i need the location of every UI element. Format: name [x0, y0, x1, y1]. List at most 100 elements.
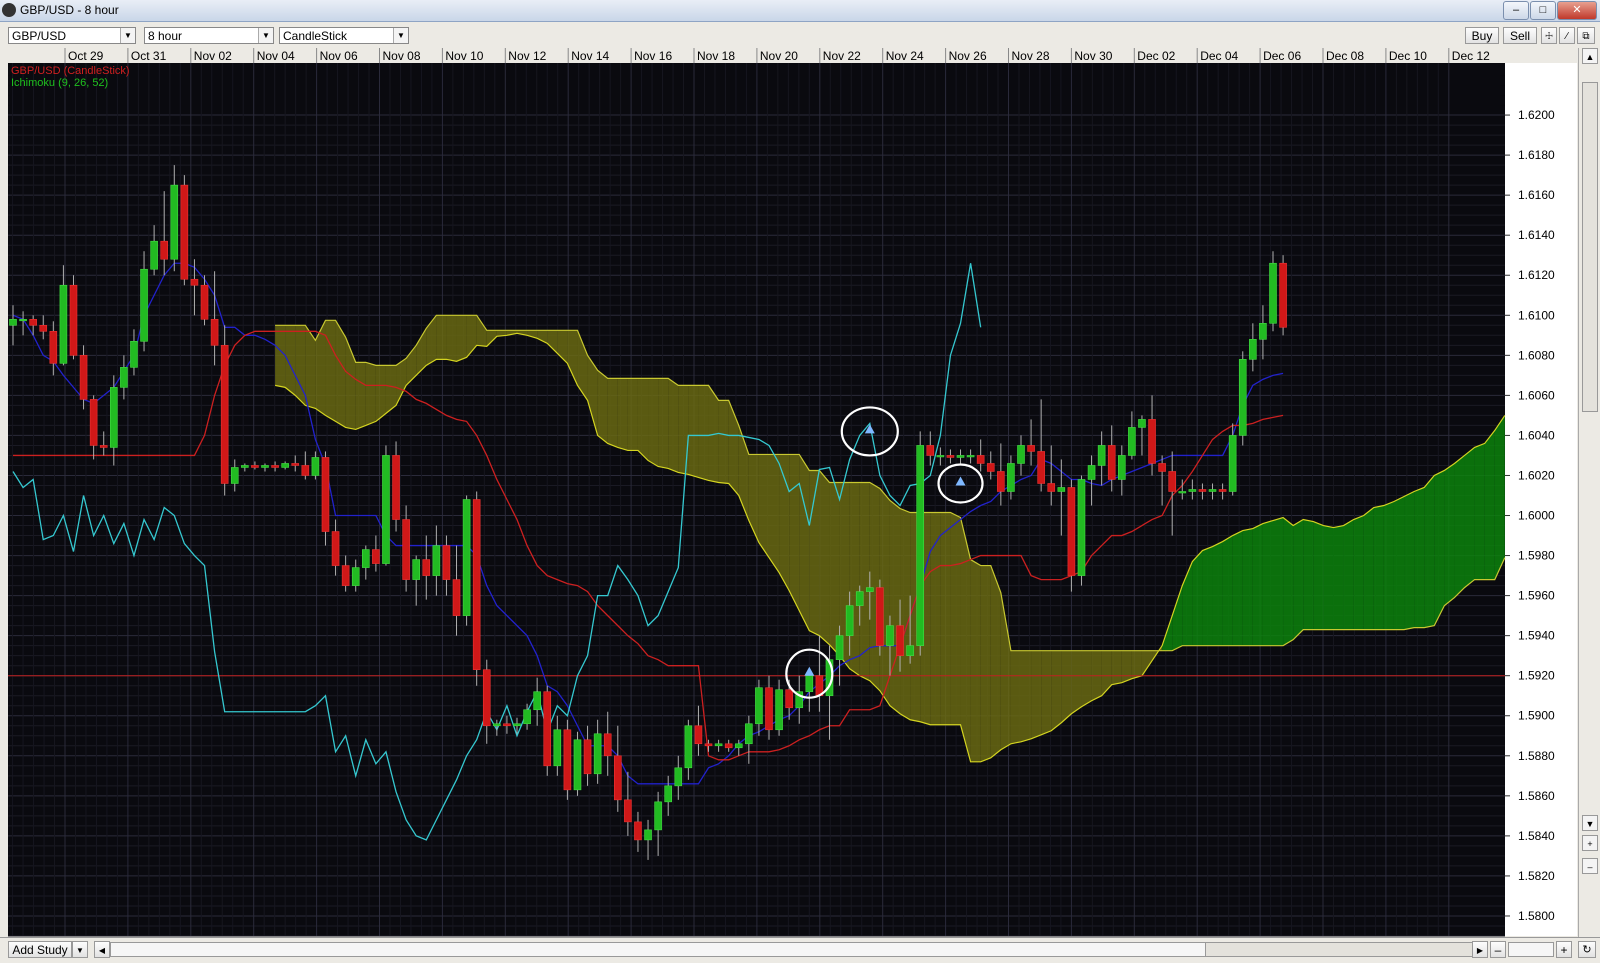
candle-bull — [311, 457, 320, 476]
cloud-segment-bear — [597, 370, 608, 444]
cloud-segment-bull — [1343, 519, 1354, 630]
cloud-segment-bull — [1283, 517, 1294, 646]
candle-bull — [110, 387, 118, 448]
scroll-down-icon[interactable]: ▼ — [1582, 815, 1598, 831]
zoom-out-x-icon[interactable]: – — [1490, 941, 1506, 958]
y-tick-label: 1.5960 — [1518, 589, 1555, 603]
candle-bull — [513, 723, 521, 727]
candle-bull — [654, 801, 662, 831]
cloud-segment-bear — [1021, 650, 1032, 742]
cloud-segment-bear — [275, 325, 286, 388]
candle-bear — [160, 240, 168, 260]
buy-button[interactable]: Buy — [1465, 27, 1499, 44]
chart-style-select[interactable]: CandleStick ▼ — [279, 27, 409, 44]
candle-bull — [664, 785, 673, 803]
minimize-button[interactable]: – — [1503, 1, 1529, 20]
candle-bear — [1158, 463, 1166, 472]
candle-bull — [805, 675, 814, 693]
cloud-segment-bear — [1041, 650, 1052, 735]
cloud-segment-bull — [1454, 455, 1465, 598]
x-tick-label: Nov 26 — [949, 49, 987, 63]
candle-bull — [1057, 487, 1066, 492]
cloud-segment-bull — [1192, 550, 1203, 646]
candle-bear — [341, 565, 350, 586]
cloud-segment-bear — [779, 454, 790, 591]
scroll-thumb[interactable] — [1582, 82, 1598, 412]
candle-bull — [936, 455, 945, 458]
candle-bull — [553, 729, 562, 767]
cloud-segment-bull — [1393, 496, 1405, 630]
zoom-in-x-icon[interactable]: + — [1556, 941, 1572, 958]
x-tick-label: Dec 02 — [1137, 49, 1175, 63]
scroll-left-icon[interactable]: ◀ — [94, 941, 110, 958]
cloud-segment-bear — [1061, 650, 1072, 723]
zoom-out-icon[interactable]: – — [1582, 858, 1598, 874]
cloud-segment-bear — [658, 378, 669, 469]
scroll-right-icon[interactable]: ▶ — [1472, 941, 1488, 958]
candle-bull — [684, 725, 693, 769]
chevron-down-icon[interactable]: ▼ — [72, 941, 88, 958]
candle-bull — [845, 605, 854, 636]
draw-line-tool-icon[interactable]: ∕ — [1559, 27, 1575, 44]
vertical-scrollbar[interactable]: ▲ ▼ + – — [1578, 48, 1600, 937]
cloud-segment-bull — [1444, 463, 1455, 606]
candle-bear — [452, 579, 461, 616]
cloud-segment-bull — [1414, 487, 1425, 628]
cloud-segment-bear — [1111, 650, 1122, 685]
candle-bull — [351, 567, 360, 586]
popout-window-icon[interactable]: ⧉ — [1577, 27, 1595, 44]
x-tick-label: Nov 30 — [1074, 49, 1112, 63]
candle-bull — [59, 284, 68, 364]
candle-bull — [1017, 445, 1025, 464]
candle-bull — [1228, 435, 1237, 492]
candle-bull — [19, 318, 27, 322]
crosshair-tool-icon[interactable]: ☩ — [1541, 27, 1557, 44]
candle-bear — [442, 545, 451, 580]
candle-bear — [79, 355, 88, 400]
cloud-segment-bear — [335, 320, 346, 428]
cloud-segment-bear — [940, 512, 951, 725]
cloud-segment-bear — [1051, 650, 1062, 731]
y-tick-label: 1.5860 — [1518, 789, 1555, 803]
candle-bear — [563, 729, 572, 791]
refresh-icon[interactable]: ↻ — [1578, 941, 1596, 958]
candle-bull — [230, 467, 239, 484]
candle-bear — [926, 445, 935, 456]
y-tick-label: 1.6200 — [1518, 108, 1555, 122]
candle-bear — [634, 821, 642, 841]
y-tick-label: 1.6060 — [1518, 388, 1555, 402]
candle-bull — [412, 559, 421, 580]
candle-bull — [714, 743, 723, 747]
y-tick-label: 1.6120 — [1518, 268, 1555, 282]
scroll-up-icon[interactable]: ▲ — [1582, 48, 1598, 64]
candle-bear — [1148, 419, 1156, 464]
cloud-segment-bull — [1232, 530, 1243, 646]
chart-style-value: CandleStick — [283, 29, 348, 43]
cloud-segment-bear — [375, 365, 386, 422]
candle-bear — [896, 625, 904, 656]
interval-select[interactable]: 8 hour ▼ — [144, 27, 274, 44]
x-tick-label: Nov 22 — [823, 49, 861, 63]
x-tick-label: Dec 04 — [1200, 49, 1238, 63]
symbol-select[interactable]: GBP/USD ▼ — [8, 27, 136, 44]
price-chart[interactable]: Oct 29 Oct 31 Nov 02 Nov 04 Nov 06 Nov 08 Nov … — [0, 48, 1578, 937]
y-tick-label: 1.6000 — [1518, 509, 1555, 523]
zoom-in-icon[interactable]: + — [1582, 835, 1598, 851]
horizontal-scroll-thumb[interactable] — [1205, 942, 1475, 957]
close-button[interactable]: ✕ — [1557, 1, 1597, 20]
add-study-button[interactable]: Add Study — [8, 941, 72, 958]
y-tick-label: 1.5980 — [1518, 549, 1555, 563]
candle-bear — [765, 687, 773, 731]
candle-bull — [966, 455, 975, 458]
maximize-button[interactable]: □ — [1530, 1, 1556, 20]
sell-button[interactable]: Sell — [1503, 27, 1537, 44]
candle-bull — [745, 723, 753, 745]
candle-bull — [241, 465, 249, 468]
candle-bull — [462, 499, 471, 616]
candle-bull — [755, 687, 763, 725]
candle-bear — [1198, 489, 1207, 492]
cloud-segment-bear — [355, 362, 366, 430]
candle-bull — [432, 545, 441, 576]
zoom-slider[interactable] — [1508, 942, 1554, 957]
cloud-segment-bull — [1212, 541, 1223, 646]
